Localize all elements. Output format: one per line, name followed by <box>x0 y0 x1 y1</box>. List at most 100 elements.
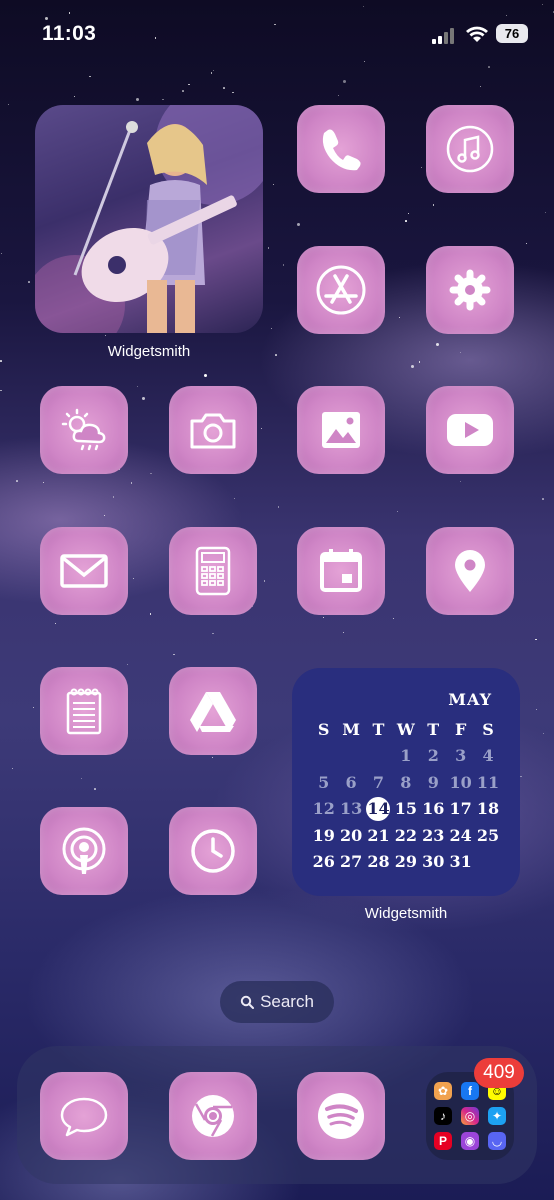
calendar-day: 3 <box>455 746 467 766</box>
tiktok-icon: ♪ <box>434 1107 452 1125</box>
app-store-icon <box>316 265 366 315</box>
podcasts-app[interactable] <box>40 807 128 895</box>
calendar-week-row: 12 13 14 15 16 17 18 <box>310 796 502 823</box>
star <box>263 580 266 582</box>
calendar-day: 27 <box>339 852 363 872</box>
search-icon <box>240 995 255 1009</box>
calendar-day: 31 <box>449 852 472 872</box>
calendar-day: 1 <box>400 746 412 766</box>
star <box>28 281 30 283</box>
messages-app[interactable] <box>40 1072 128 1160</box>
widgetsmith-photo-widget[interactable] <box>35 105 263 333</box>
notes-app[interactable] <box>40 667 128 755</box>
calendar-weekday-row: SMTWTFS <box>310 716 502 743</box>
star <box>182 90 184 92</box>
search-label: Search <box>260 992 314 1011</box>
app-store-app[interactable] <box>297 246 385 334</box>
calendar-today-marker: 14 <box>366 796 391 821</box>
calendar-week-row: 1234 <box>310 743 502 770</box>
facebook-icon: f <box>461 1082 479 1100</box>
twitter-icon: ✦ <box>488 1107 506 1125</box>
star <box>135 97 139 101</box>
settings-gear-icon <box>449 269 491 311</box>
clock-app[interactable] <box>169 807 257 895</box>
battery-icon: 76 <box>496 24 528 43</box>
calendar-grid: S M T W T F S 1 2 3 4 5 6 7 8 9 10 11 12 13 14 15 16 17 18 19 20 21… <box>310 716 502 875</box>
star <box>525 242 527 244</box>
status-bar: 11:03 76 <box>0 0 554 60</box>
star <box>272 183 274 185</box>
youtube-icon <box>447 414 493 446</box>
calendar-weekday: W <box>396 719 415 739</box>
calendar-widget-label: Widgetsmith <box>364 905 448 922</box>
calculator-app[interactable] <box>169 527 257 615</box>
calendar-day: 14 <box>365 796 392 821</box>
calendar-day: 30 <box>422 852 445 872</box>
instagram-icon: ◎ <box>461 1107 479 1125</box>
calendar-day: 13 <box>339 799 363 819</box>
weather-app[interactable] <box>40 386 128 474</box>
notification-badge: 409 <box>474 1058 524 1088</box>
calendar-day: 24 <box>449 825 472 845</box>
discord-icon: ◡ <box>488 1132 506 1150</box>
phone-app[interactable] <box>297 105 385 193</box>
maps-pin-icon <box>455 550 485 592</box>
calendar-week-row: 26 27 28 29 30 31 <box>310 849 502 876</box>
status-time: 11:03 <box>42 22 97 45</box>
calendar-app[interactable] <box>297 527 385 615</box>
star <box>94 788 96 790</box>
calendar-day: 11 <box>476 772 500 792</box>
calendar-weekday: S <box>317 719 330 739</box>
calendar-week-row: 5 6 7 8 9 10 11 <box>310 769 502 796</box>
settings-app[interactable] <box>426 246 514 334</box>
weather-icon <box>61 408 106 451</box>
google-drive-icon <box>190 692 236 732</box>
calendar-day: 5 <box>318 772 330 792</box>
music-app[interactable] <box>426 105 514 193</box>
star <box>410 364 414 368</box>
calendar-day: 9 <box>427 772 439 792</box>
calendar-weekday: T <box>427 719 440 739</box>
calendar-day: 6 <box>345 772 357 792</box>
youtube-app[interactable] <box>426 386 514 474</box>
maps-app[interactable] <box>426 527 514 615</box>
folder-podcasts-icon: ◉ <box>461 1132 479 1150</box>
calendar-day: 10 <box>449 772 472 792</box>
calendar-weekday: T <box>372 719 385 739</box>
photos-app[interactable] <box>297 386 385 474</box>
star <box>173 653 175 656</box>
camera-icon <box>190 413 236 449</box>
calendar-day: 16 <box>422 799 445 819</box>
mail-icon <box>60 554 108 588</box>
calendar-day: 8 <box>400 772 412 792</box>
widgetsmith-calendar-widget[interactable]: MAY S M T W T F S 1 2 3 4 5 6 7 8 9 10 11 12 13 14 15 16 17 18 19… <box>292 668 520 896</box>
music-icon <box>446 125 494 173</box>
calendar-day: 26 <box>312 852 335 872</box>
calendar-day: 7 <box>372 772 385 792</box>
clock-icon <box>191 829 235 873</box>
chrome-app[interactable] <box>169 1072 257 1160</box>
star <box>0 360 2 362</box>
search-button[interactable]: Search <box>220 981 334 1023</box>
google-drive-app[interactable] <box>169 667 257 755</box>
star <box>544 211 546 213</box>
pinterest-icon: P <box>434 1132 452 1150</box>
star <box>132 577 134 579</box>
calendar-weekday: F <box>454 719 467 739</box>
camera-app[interactable] <box>169 386 257 474</box>
star <box>282 264 285 266</box>
mail-app[interactable] <box>40 527 128 615</box>
calendar-day: 21 <box>367 825 390 845</box>
star <box>103 514 105 516</box>
star <box>223 87 225 89</box>
messages-icon <box>60 1097 108 1137</box>
calendar-day: 22 <box>394 825 417 845</box>
spotify-app[interactable] <box>297 1072 385 1160</box>
star <box>405 220 407 222</box>
calendar-day: 12 <box>312 799 335 819</box>
star <box>212 632 214 635</box>
star <box>1 252 3 254</box>
phone-icon <box>322 129 361 171</box>
star <box>542 732 545 735</box>
calendar-day: 4 <box>482 746 494 766</box>
